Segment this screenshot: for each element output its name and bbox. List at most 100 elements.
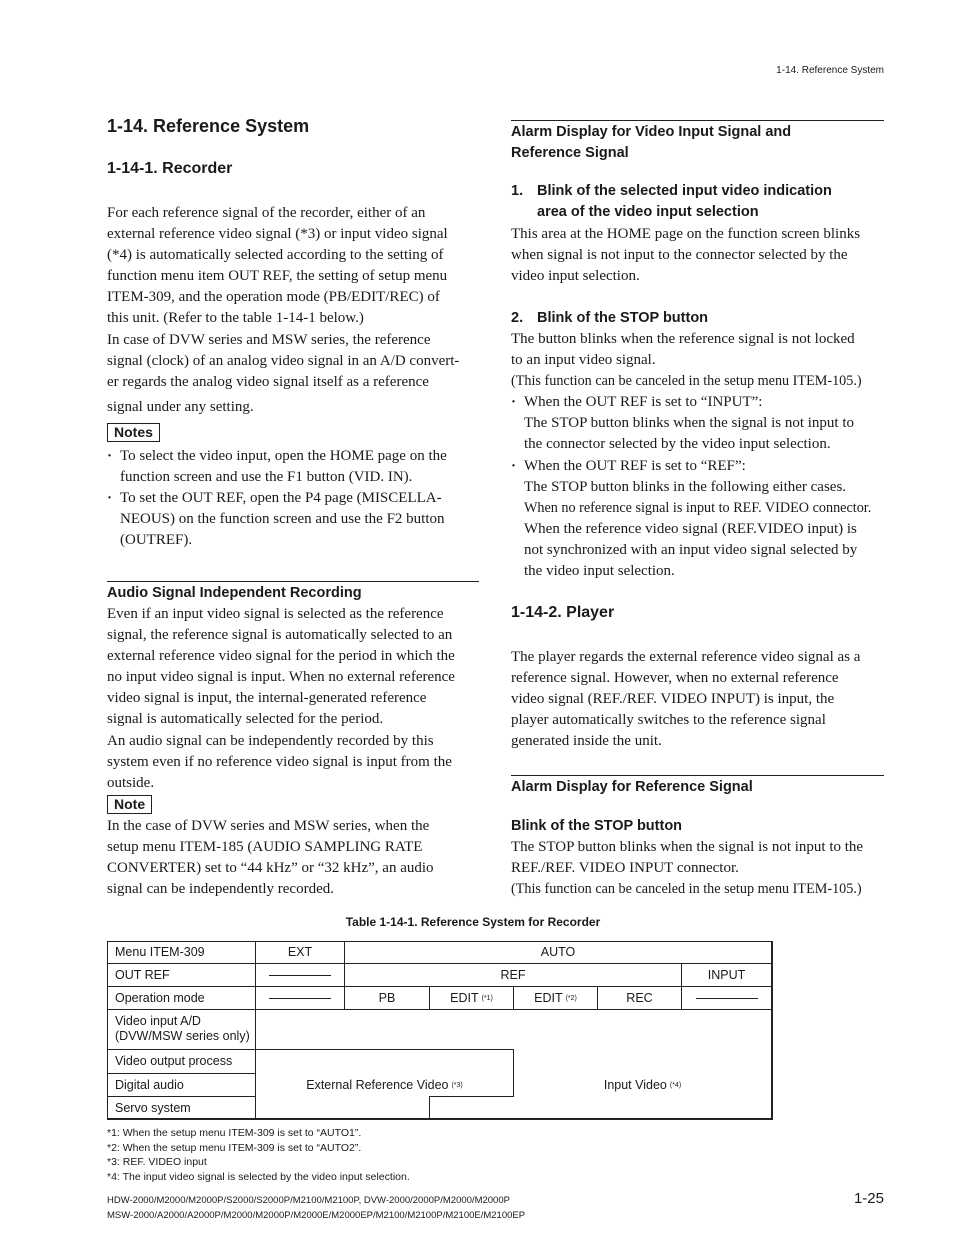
page-number: 1-25	[853, 1190, 884, 1207]
text-line: this unit. (Refer to the table 1-14-1 be…	[107, 310, 364, 327]
text-line: An audio signal can be independently rec…	[107, 732, 434, 749]
cell-ext: EXT	[287, 945, 313, 959]
stop-heading: Blink of the STOP button	[511, 818, 683, 834]
text-line: signal, the reference signal is automati…	[107, 627, 453, 644]
footnote: *1: When the setup menu ITEM-309 is set …	[107, 1127, 362, 1139]
cell-input: INPUT	[707, 967, 746, 982]
text-line: In the case of DVW series and MSW series…	[107, 818, 430, 834]
text-line: player automatically switches to the ref…	[511, 712, 826, 729]
text-line: (OUTREF).	[120, 532, 193, 549]
text-line: video input selection.	[511, 268, 640, 285]
text-line: When the OUT REF is set to “REF”:	[524, 457, 746, 474]
text-line: not synchronized with an input video sig…	[524, 541, 858, 558]
text-line: To set the OUT REF, open the P4 page (MI…	[120, 490, 442, 507]
text-line: generated inside the unit.	[511, 733, 662, 750]
text-line: ITEM-309, and the operation mode (PB/EDI…	[107, 289, 440, 306]
stop-paragraph: The STOP button blinks when the signal i…	[511, 837, 891, 900]
heading-line: area of the video input selection	[537, 204, 759, 220]
table-border	[107, 941, 108, 1120]
cell-rec: REC	[626, 990, 653, 1005]
player-paragraph: The player regards the external referenc…	[511, 647, 891, 752]
label-line: (DVW/MSW series only)	[115, 1029, 250, 1043]
cell-text: EDIT	[534, 990, 563, 1005]
footnote-mark: (*1)	[481, 994, 493, 1002]
text-line: (This function can be canceled in the se…	[511, 373, 862, 390]
note-label: Note	[107, 795, 153, 814]
table-caption: Table 1-14-1. Reference System for Recor…	[345, 915, 601, 929]
footnote-mark: (*3)	[451, 1081, 463, 1089]
table-footnotes: *1: When the setup menu ITEM-309 is set …	[107, 1126, 410, 1184]
text-line: function screen and use the F1 button (V…	[120, 469, 413, 486]
note-paragraph: In the case of DVW series and MSW series…	[107, 816, 487, 900]
cell-edit-2: EDIT (*2)	[514, 987, 597, 1009]
label-line: Video input A/D	[115, 1014, 201, 1028]
text-line: external reference video signal for the …	[107, 648, 455, 665]
section-rule	[107, 581, 479, 582]
footnote-mark: (*2)	[565, 994, 577, 1002]
footer-models: HDW-2000/M2000/M2000P/S2000/S2000P/M2100…	[107, 1194, 525, 1223]
section-rule	[511, 775, 884, 776]
cell-edit-1: EDIT (*1)	[430, 987, 513, 1009]
row-label: Servo system	[115, 1100, 191, 1115]
item2-paragraph: The button blinks when the reference sig…	[511, 329, 891, 582]
cell-ref: REF	[500, 967, 526, 982]
text-line: The player regards the external referenc…	[511, 649, 861, 665]
dash-line	[695, 997, 758, 999]
text-line: signal (clock) of an analog video signal…	[107, 352, 460, 369]
region-line	[429, 1096, 514, 1097]
running-head: 1-14. Reference System	[776, 65, 884, 76]
reference-system-table: Menu ITEM-309 OUT REF Operation mode Vid…	[107, 941, 773, 1120]
alarm-ref-heading: Alarm Display for Reference Signal	[511, 779, 753, 795]
table-border	[771, 941, 773, 1120]
text-line: (This function can be canceled in the se…	[511, 881, 862, 898]
text-line: For each reference signal of the recorde…	[107, 205, 426, 221]
footnote-mark: (*4)	[669, 1081, 682, 1089]
text-line: When the OUT REF is set to “INPUT”:	[524, 394, 763, 411]
cell-dash	[256, 964, 344, 986]
text-line: The STOP button blinks when the signal i…	[524, 415, 854, 432]
text-line: external reference video signal (*3) or …	[107, 226, 448, 243]
row-label: Video input A/D (DVW/MSW series only)	[115, 1014, 250, 1044]
note-item: To set the OUT REF, open the P4 page (MI…	[107, 488, 487, 551]
subsection-title-recorder: 1-14-1. Recorder	[107, 160, 233, 177]
external-reference-video-region: External Reference Video (*3)	[256, 1074, 513, 1096]
footnote: *3: REF. VIDEO input	[107, 1156, 207, 1168]
text-line: To select the video input, open the HOME…	[120, 448, 447, 464]
text-line: The STOP button blinks in the following …	[524, 478, 847, 495]
models-line: MSW-2000/A2000/A2000P/M2000/M2000P/M2000…	[107, 1209, 526, 1221]
bullet-item: When the OUT REF is set to “REF”: The ST…	[511, 456, 891, 583]
alarm-video-heading: Alarm Display for Video Input Signal and…	[511, 122, 791, 164]
row-line	[107, 1009, 773, 1010]
audio-heading: Audio Signal Independent Recording	[107, 585, 362, 601]
cell-pb: PB	[378, 990, 396, 1005]
text-line: The button blinks when the reference sig…	[511, 331, 855, 347]
item2-heading: 2. Blink of the STOP button	[511, 308, 891, 329]
heading-line: Blink of the selected input video indica…	[537, 183, 832, 199]
table-border	[107, 1118, 773, 1120]
text-line: In case of DVW series and MSW series, th…	[107, 331, 431, 348]
section-title: 1-14. Reference System	[107, 116, 310, 136]
text-line: the connector selected by the video inpu…	[524, 436, 831, 453]
text-line: outside.	[107, 774, 155, 791]
region-line	[255, 1049, 514, 1050]
item-number: 1.	[511, 183, 524, 199]
text-line: function menu item OUT REF, the setting …	[107, 268, 448, 285]
text-line: setup menu ITEM-185 (AUDIO SAMPLING RATE	[107, 839, 423, 856]
row-label: Operation mode	[115, 990, 205, 1005]
cell-text: EDIT	[450, 990, 479, 1005]
text-line: REF./REF. VIDEO INPUT connector.	[511, 860, 739, 877]
item-number: 2.	[511, 310, 524, 326]
row-label: Digital audio	[115, 1077, 184, 1092]
text-line: when signal is not input to the connecto…	[511, 247, 848, 264]
text-line: reference signal. However, when no exter…	[511, 670, 839, 687]
heading-line: Reference Signal	[511, 145, 629, 161]
cell-dash	[682, 987, 771, 1009]
region-line	[429, 1096, 430, 1119]
text-line: CONVERTER) set to “44 kHz” or “32 kHz”, …	[107, 860, 434, 877]
text-line: (*4) is automatically selected according…	[107, 247, 444, 264]
item1-paragraph: This area at the HOME page on the functi…	[511, 224, 891, 287]
row-label: Menu ITEM-309	[115, 945, 205, 959]
text-line: signal can be independently recorded.	[107, 881, 334, 898]
text-line: The STOP button blinks when the signal i…	[511, 839, 864, 855]
cell-text: External Reference Video	[306, 1077, 449, 1092]
